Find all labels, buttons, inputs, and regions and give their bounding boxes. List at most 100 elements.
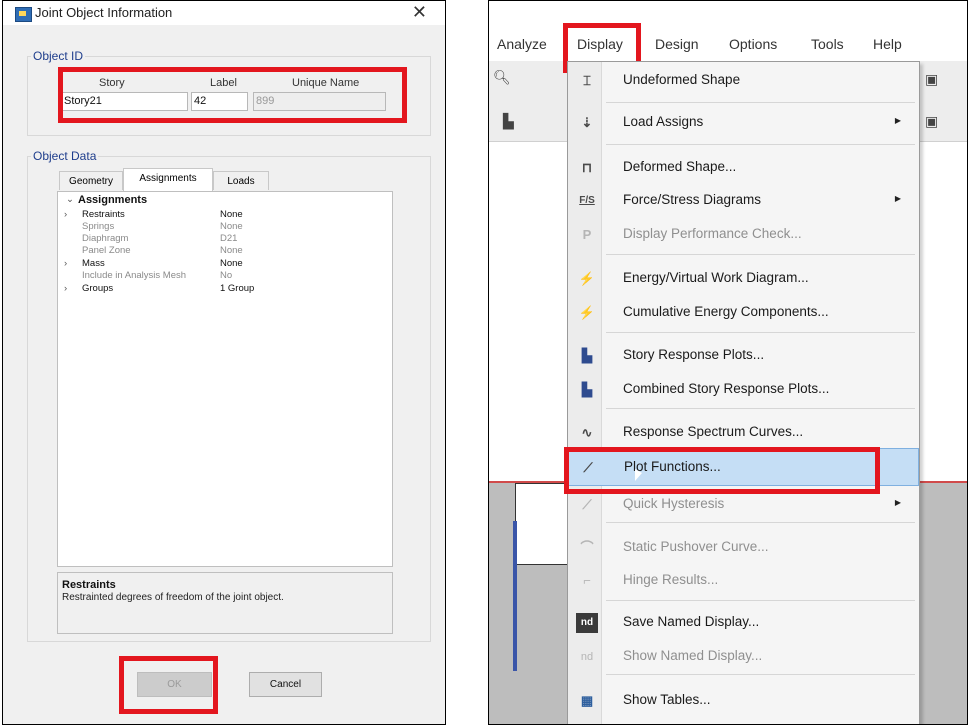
close-icon[interactable]: ✕: [412, 2, 427, 23]
menu-separator: [606, 332, 915, 333]
menu-separator: [606, 600, 915, 601]
model-column-line: [513, 521, 517, 671]
menu-item-combined-story-response-plots[interactable]: ▙ Combined Story Response Plots...: [568, 371, 919, 409]
object-id-group-title: Object ID: [31, 49, 86, 63]
undeformed-shape-icon: ⌶: [583, 73, 591, 88]
grid-row-groups[interactable]: › Groups 1 Group: [58, 283, 392, 295]
submenu-arrow-icon: ▶: [894, 194, 901, 203]
menu-analyze[interactable]: Analyze: [497, 36, 547, 52]
grid-section-header[interactable]: ⌄ Assignments: [58, 194, 392, 206]
zoom-icon[interactable]: 🔍︎: [493, 69, 511, 86]
menu-item-hinge-results[interactable]: ⌐ Hinge Results...: [568, 562, 919, 600]
menubar: Analyze Display Design Options Tools Hel…: [489, 31, 967, 61]
menu-item-label: Display Performance Check...: [623, 226, 802, 241]
menu-item-label: Save Named Display...: [623, 614, 760, 629]
menu-item-label: Force/Stress Diagrams: [623, 192, 762, 207]
menu-item-save-named-display[interactable]: nd Save Named Display...: [568, 604, 919, 642]
label-column-header: Label: [210, 77, 237, 89]
toolbar-icon[interactable]: ▣: [925, 113, 938, 130]
menu-item-label: Hinge Results...: [623, 572, 719, 587]
story-field[interactable]: Story21: [61, 92, 188, 111]
menu-item-label: Quick Hysteresis: [623, 496, 725, 511]
menu-design[interactable]: Design: [655, 36, 699, 52]
grid-row-restraints[interactable]: › Restraints None: [58, 209, 392, 221]
force-stress-icon: F/S: [579, 195, 595, 206]
show-tables-icon: ▦: [580, 693, 594, 708]
expand-chevron-icon[interactable]: ›: [64, 283, 67, 295]
grid-row-key: Restraints: [82, 209, 125, 220]
menu-separator: [606, 674, 915, 675]
submenu-arrow-icon: ▶: [894, 498, 901, 507]
grid-row-mass[interactable]: › Mass None: [58, 258, 392, 270]
plot-functions-icon: ⟋: [583, 460, 593, 475]
menu-help[interactable]: Help: [873, 36, 902, 52]
save-named-display-icon: nd: [576, 613, 598, 633]
pushover-curve-icon: ⌒: [580, 540, 594, 555]
tab-geometry[interactable]: Geometry: [59, 171, 123, 190]
grid-row-value: None: [220, 221, 243, 232]
menu-display[interactable]: Display: [577, 36, 623, 52]
menu-tools[interactable]: Tools: [811, 36, 844, 52]
grid-row-value: None: [220, 209, 243, 220]
grid-row-key: Groups: [82, 283, 114, 294]
cancel-button[interactable]: Cancel: [249, 672, 322, 697]
dialog-title: Joint Object Information: [35, 5, 173, 20]
grid-row-include-in-analysis-mesh[interactable]: Include in Analysis Mesh No: [58, 270, 392, 282]
menu-separator: [606, 144, 915, 145]
grid-row-key: Springs: [82, 221, 115, 232]
dialog-titlebar: Joint Object Information ✕: [3, 1, 445, 25]
menu-item-cumulative-energy[interactable]: ⚡ Cumulative Energy Components...: [568, 294, 919, 332]
grid-row-value: None: [220, 245, 243, 256]
menu-item-label: Deformed Shape...: [623, 159, 737, 174]
menu-item-story-response-plots[interactable]: ▙ Story Response Plots...: [568, 337, 919, 375]
grid-row-key: Mass: [82, 258, 105, 269]
menu-options[interactable]: Options: [729, 36, 777, 52]
description-text: Restrainted degrees of freedom of the jo…: [62, 592, 284, 603]
collapse-chevron-icon[interactable]: ⌄: [66, 194, 74, 206]
menu-item-load-assigns[interactable]: ⇣ Load Assigns ▶: [568, 104, 919, 142]
unique-name-field: 899: [253, 92, 386, 111]
performance-check-icon: P: [582, 227, 592, 242]
show-named-display-icon: nd: [580, 651, 594, 663]
menu-item-label: Show Tables...: [623, 692, 711, 707]
description-panel: Restraints Restrainted degrees of freedo…: [57, 572, 393, 634]
grid-row-diaphragm[interactable]: Diaphragm D21: [58, 233, 392, 245]
expand-chevron-icon[interactable]: ›: [64, 258, 67, 270]
menu-item-label: Combined Story Response Plots...: [623, 381, 830, 396]
etabs-display-menu-panel: 🔍︎ ▙ ▣ ▣ Analyze Display Design Options …: [488, 0, 968, 725]
deformed-shape-icon: ⊓: [581, 160, 593, 175]
menu-item-show-tables[interactable]: ▦ Show Tables...: [568, 682, 919, 720]
menu-item-undeformed-shape[interactable]: ⌶ Undeformed Shape: [568, 62, 919, 100]
submenu-arrow-icon: ▶: [894, 116, 901, 125]
mouse-cursor-icon: [635, 469, 642, 481]
menu-item-quick-hysteresis[interactable]: ⟋ Quick Hysteresis ▶: [568, 486, 919, 524]
menu-item-label: Show Named Display...: [623, 648, 763, 663]
ok-button[interactable]: OK: [137, 672, 212, 697]
menu-item-energy-virtual-work[interactable]: ⚡ Energy/Virtual Work Diagram...: [568, 260, 919, 298]
tab-assignments[interactable]: Assignments: [123, 168, 213, 191]
menu-item-force-stress-diagrams[interactable]: F/S Force/Stress Diagrams ▶: [568, 182, 919, 220]
menu-separator: [606, 254, 915, 255]
grid-row-panel-zone[interactable]: Panel Zone None: [58, 245, 392, 257]
menu-separator: [606, 522, 915, 523]
tab-loads[interactable]: Loads: [213, 171, 269, 190]
menu-item-display-performance-check[interactable]: P Display Performance Check...: [568, 216, 919, 254]
menu-item-label: Cumulative Energy Components...: [623, 304, 829, 319]
menu-item-label: Static Pushover Curve...: [623, 539, 769, 554]
menu-separator: [606, 408, 915, 409]
toolbar-icon[interactable]: ▣: [925, 71, 938, 88]
grid-row-springs[interactable]: Springs None: [58, 221, 392, 233]
grid-row-value: D21: [220, 233, 238, 244]
story-response-icon: ▙: [582, 348, 592, 363]
menu-item-label: Story Response Plots...: [623, 347, 765, 362]
menu-item-label: Response Spectrum Curves...: [623, 424, 804, 439]
menu-item-response-spectrum-curves[interactable]: ∿ Response Spectrum Curves...: [568, 414, 919, 452]
grid-row-value: No: [220, 270, 233, 281]
toolbar-icon[interactable]: ▙: [503, 113, 514, 130]
load-assigns-icon: ⇣: [581, 115, 593, 130]
energy-diagram-icon: ⚡: [578, 271, 596, 286]
label-field[interactable]: 42: [191, 92, 248, 111]
menu-item-plot-functions[interactable]: ⟋ Plot Functions...: [568, 448, 919, 486]
menu-item-show-named-display[interactable]: nd Show Named Display...: [568, 638, 919, 676]
expand-chevron-icon[interactable]: ›: [64, 209, 67, 221]
